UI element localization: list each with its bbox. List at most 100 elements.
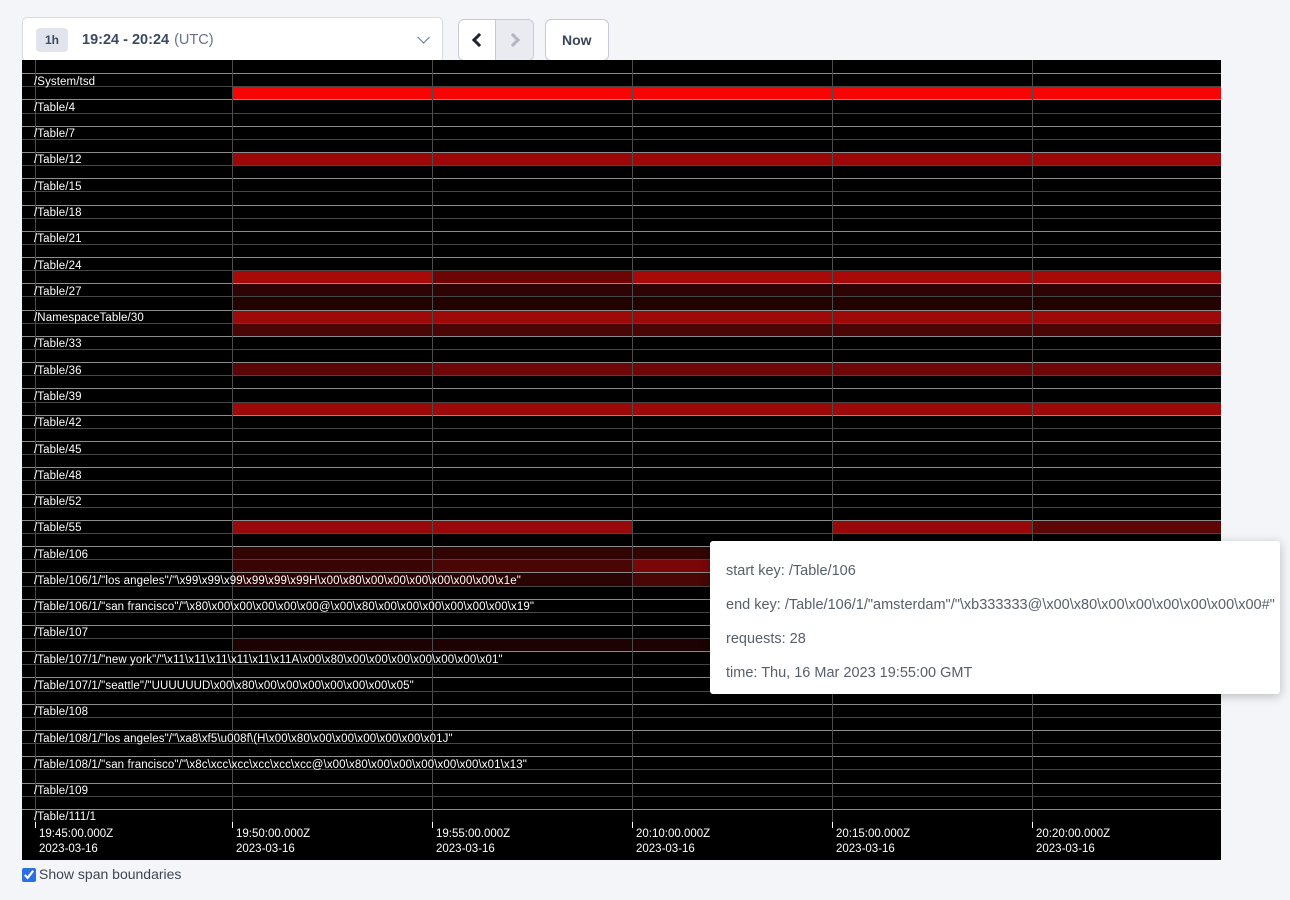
heatmap-band — [632, 311, 832, 323]
row-label: /Table/4 — [34, 102, 75, 114]
row-label: /Table/45 — [34, 444, 82, 456]
time-range-select[interactable]: 1h 19:24 - 20:24 (UTC) — [22, 17, 443, 62]
axis-label: 19:55:00.000Z2023-03-16 — [436, 827, 510, 857]
time-gridline — [1032, 60, 1033, 822]
heatmap-band — [1032, 403, 1221, 415]
span-boundary-line — [22, 296, 1221, 297]
span-boundary-line — [22, 809, 1221, 810]
row-label: /Table/109 — [34, 785, 88, 797]
heatmap-band — [1032, 324, 1221, 336]
heatmap-band — [1032, 87, 1221, 99]
axis-label: 20:10:00.000Z2023-03-16 — [636, 827, 710, 857]
heatmap-band — [1032, 153, 1221, 165]
axis-tick — [1032, 822, 1033, 828]
span-boundary-line — [22, 428, 1221, 429]
heatmap-band — [632, 324, 832, 336]
heatmap-band — [1032, 297, 1221, 309]
heatmap-band — [232, 311, 432, 323]
span-boundary-line — [22, 126, 1221, 127]
heatmap-band — [1032, 271, 1221, 283]
time-gridline — [232, 60, 233, 822]
heatmap-band — [432, 87, 632, 99]
row-label: /Table/24 — [34, 260, 82, 272]
heatmap-band — [632, 284, 832, 296]
heatmap-band — [832, 403, 1032, 415]
row-label: /Table/7 — [34, 128, 75, 140]
show-span-boundaries-checkbox[interactable] — [22, 868, 36, 882]
heatmap-band — [432, 284, 632, 296]
heatmap-band — [232, 639, 432, 651]
row-label: /Table/107/1/"seattle"/"UUUUUUD\x00\x80\… — [34, 680, 414, 692]
span-boundary-line — [22, 730, 1221, 731]
heatmap-band — [432, 547, 632, 559]
heatmap-plot[interactable]: /System/tsd/Table/4/Table/7/Table/12/Tab… — [22, 60, 1221, 822]
span-boundary-line — [22, 441, 1221, 442]
axis-tick — [432, 822, 433, 828]
heatmap-band — [632, 271, 832, 283]
span-boundary-line — [22, 467, 1221, 468]
span-boundary-line — [22, 375, 1221, 376]
heatmap-band — [432, 297, 632, 309]
span-boundary-line — [22, 704, 1221, 705]
now-button[interactable]: Now — [545, 19, 609, 61]
heatmap-band — [432, 560, 632, 572]
heatmap-band — [432, 153, 632, 165]
key-visualizer-heatmap[interactable]: /System/tsd/Table/4/Table/7/Table/12/Tab… — [22, 60, 1221, 860]
heatmap-band — [832, 87, 1032, 99]
tooltip-start-key: start key: /Table/106 — [726, 554, 1264, 588]
span-boundary-line — [22, 218, 1221, 219]
heatmap-band — [432, 271, 632, 283]
show-span-boundaries-label: Show span boundaries — [39, 866, 181, 882]
row-label: /Table/106 — [34, 549, 88, 561]
heatmap-band — [632, 153, 832, 165]
axis-label: 19:45:00.000Z2023-03-16 — [39, 827, 113, 857]
heatmap-band — [832, 311, 1032, 323]
prev-time-button[interactable] — [459, 20, 496, 60]
span-boundary-line — [22, 73, 1221, 74]
heatmap-band — [232, 403, 432, 415]
heatmap-band — [232, 324, 432, 336]
time-range-badge: 1h — [36, 28, 68, 52]
heatmap-band — [832, 324, 1032, 336]
heatmap-band — [1032, 521, 1221, 533]
heatmap-band — [232, 521, 432, 533]
row-label: /Table/27 — [34, 286, 82, 298]
heatmap-band — [232, 547, 432, 559]
next-time-button[interactable] — [496, 20, 533, 60]
row-label: /Table/111/1 — [34, 811, 96, 822]
heatmap-band — [432, 403, 632, 415]
span-boundary-line — [22, 520, 1221, 521]
time-range-text: 19:24 - 20:24 — [82, 32, 169, 48]
span-boundary-line — [22, 244, 1221, 245]
row-label: /System/tsd — [34, 76, 95, 88]
time-gridline — [632, 60, 633, 822]
row-label: /Table/107 — [34, 627, 88, 639]
heatmap-band — [832, 363, 1032, 375]
heatmap-band — [832, 521, 1032, 533]
heatmap-band — [232, 284, 432, 296]
heatmap-band — [632, 403, 832, 415]
row-label: /Table/33 — [34, 338, 82, 350]
row-label: /Table/18 — [34, 207, 82, 219]
row-label: /Table/108/1/"los angeles"/"\xa8\xf5\u00… — [34, 733, 453, 745]
heatmap-band — [1032, 363, 1221, 375]
tooltip-requests: requests: 28 — [726, 622, 1264, 656]
heatmap-band — [432, 639, 632, 651]
span-boundary-line — [22, 113, 1221, 114]
span-boundary-line — [22, 362, 1221, 363]
span-boundary-line — [22, 86, 1221, 87]
span-boundary-line — [22, 480, 1221, 481]
span-boundary-line — [22, 783, 1221, 784]
heatmap-band — [832, 271, 1032, 283]
span-boundary-line — [22, 323, 1221, 324]
heatmap-band — [432, 521, 632, 533]
row-label: /Table/39 — [34, 391, 82, 403]
heatmap-band — [232, 297, 432, 309]
span-boundary-line — [22, 494, 1221, 495]
heatmap-band — [432, 324, 632, 336]
axis-label: 20:20:00.000Z2023-03-16 — [1036, 827, 1110, 857]
span-boundary-line — [22, 178, 1221, 179]
tooltip-end-key: end key: /Table/106/1/"amsterdam"/"\xb33… — [726, 588, 1264, 622]
axis-label: 19:50:00.000Z2023-03-16 — [236, 827, 310, 857]
span-boundary-line — [22, 402, 1221, 403]
